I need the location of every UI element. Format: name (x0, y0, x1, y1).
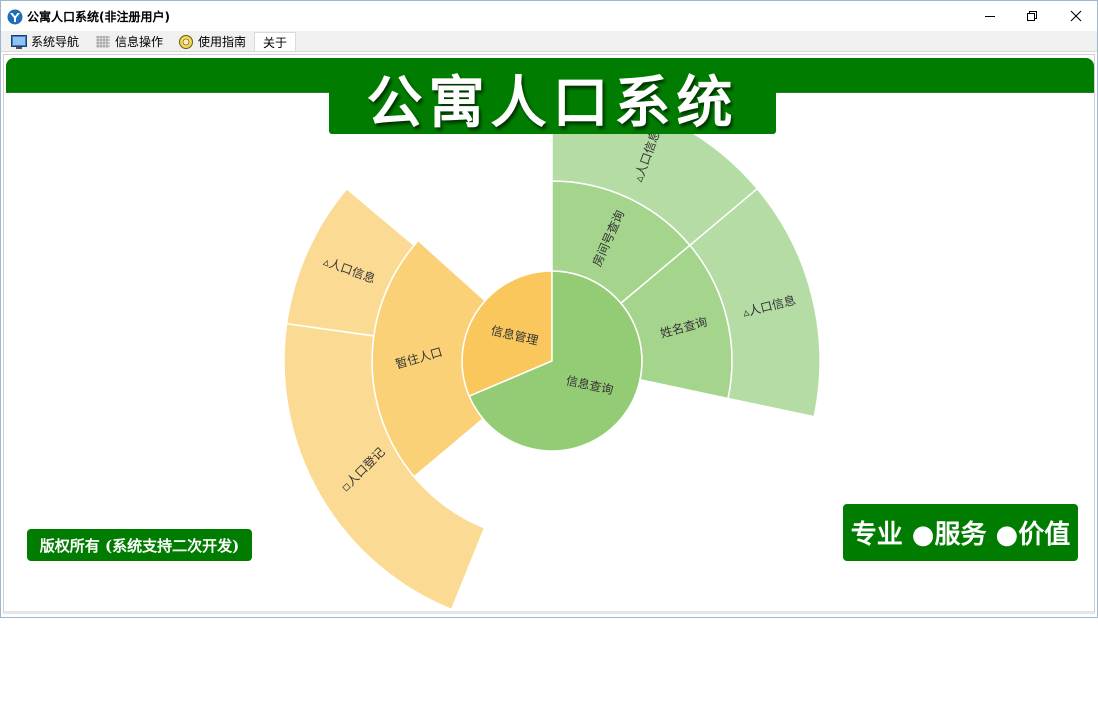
menu-item-about[interactable]: 关于 (254, 32, 297, 51)
minimize-button[interactable] (967, 1, 1013, 31)
close-icon (1070, 10, 1082, 22)
menu-label: 关于 (263, 35, 288, 50)
guide-icon (179, 34, 193, 49)
grid-icon (96, 35, 110, 48)
main-panel: 信息管理 信息查询 暂住人口 房间号查询 姓名查询 ▵人口信息 ▫人口登记 ▵人口信息 ▵人口信… (3, 54, 1095, 614)
copyright-badge: 版权所有 (系统支持二次开发) (27, 529, 252, 561)
app-logo-icon (7, 9, 23, 25)
system-title: 公寓人口系统 (366, 70, 739, 136)
window-title: 公寓人口系统(非注册用户) (27, 10, 170, 24)
menu-label: 使用指南 (198, 35, 247, 49)
menu-label: 系统导航 (31, 35, 80, 49)
minimize-icon (985, 16, 995, 17)
restore-button[interactable] (1009, 1, 1055, 31)
slogan-text: 专业 ●服务 ●价值 (850, 520, 1071, 550)
menu-item-user-guide[interactable]: 使用指南 (178, 32, 246, 51)
menu-item-info-ops[interactable]: 信息操作 (95, 32, 163, 51)
app-window: 公寓人口系统(非注册用户) 系统导航 信息操作 使用指南 关于 信息管理 信息查… (0, 0, 1098, 618)
menu-bar: 系统导航 信息操作 使用指南 关于 (1, 31, 1097, 52)
menu-item-system-nav[interactable]: 系统导航 (11, 32, 79, 51)
system-title-banner: 公寓人口系统 (329, 62, 776, 136)
close-button[interactable] (1053, 1, 1098, 31)
menu-label: 信息操作 (115, 35, 164, 49)
restore-icon (1027, 11, 1037, 21)
title-bar: 公寓人口系统(非注册用户) (1, 1, 1097, 31)
copyright-text: 版权所有 (系统支持二次开发) (39, 536, 240, 555)
slogan-badge: 专业 ●服务 ●价值 (843, 504, 1078, 561)
monitor-icon (11, 34, 27, 49)
